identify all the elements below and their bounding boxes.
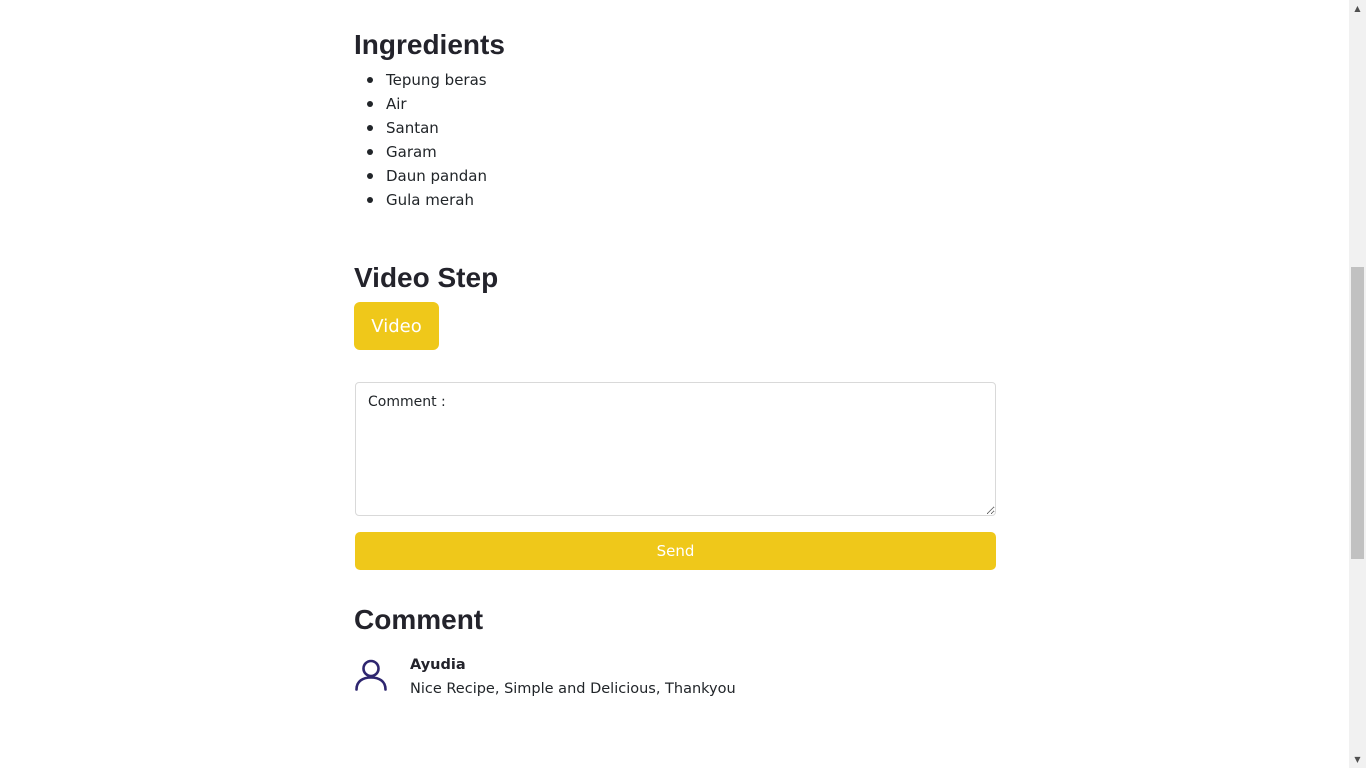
scrollbar-thumb[interactable]	[1351, 267, 1364, 559]
comments-title: Comment	[354, 604, 484, 635]
ingredient-item: Santan	[354, 116, 487, 140]
scroll-down-icon[interactable]: ▼	[1349, 751, 1366, 768]
vertical-scrollbar[interactable]: ▲ ▼	[1349, 0, 1366, 768]
send-button[interactable]: Send	[355, 532, 996, 570]
ingredient-item: Air	[354, 92, 487, 116]
comment-text: Nice Recipe, Simple and Delicious, Thank…	[410, 681, 736, 697]
ingredient-item: Tepung beras	[354, 68, 487, 92]
ingredients-list: Tepung beras Air Santan Garam Daun panda…	[354, 68, 487, 212]
comment-author: Ayudia	[410, 657, 466, 673]
ingredients-title: Ingredients	[354, 29, 505, 60]
ingredient-item: Garam	[354, 140, 487, 164]
video-button[interactable]: Video	[354, 302, 439, 350]
comment-input[interactable]	[355, 382, 996, 516]
user-icon	[355, 659, 387, 691]
scroll-up-icon[interactable]: ▲	[1349, 0, 1366, 17]
video-step-title: Video Step	[354, 262, 499, 293]
ingredient-item: Daun pandan	[354, 164, 487, 188]
comment-item: Ayudia Nice Recipe, Simple and Delicious…	[354, 656, 996, 704]
ingredient-item: Gula merah	[354, 188, 487, 212]
page: Ingredients Tepung beras Air Santan Gara…	[0, 0, 1349, 768]
